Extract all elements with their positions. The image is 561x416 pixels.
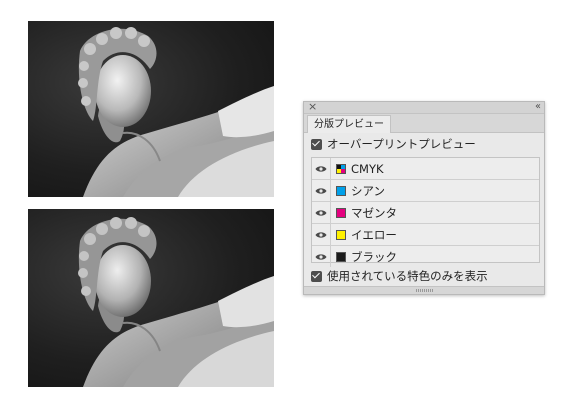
eye-icon[interactable]: [312, 180, 331, 201]
statue-photo-top: [28, 21, 274, 197]
plate-label: ブラック: [351, 249, 397, 264]
plate-list: CMYK シアン マゼンタ イエロー ブラック: [311, 157, 540, 267]
plate-label: マゼンタ: [351, 205, 397, 220]
tab-separations-preview[interactable]: 分版プレビュー: [307, 115, 391, 133]
eye-icon[interactable]: [312, 158, 331, 179]
eye-icon[interactable]: [312, 224, 331, 245]
spot-colors-only-row[interactable]: 使用されている特色のみを表示: [311, 268, 488, 284]
plate-row-cyan[interactable]: シアン: [312, 180, 539, 202]
overprint-preview-row[interactable]: オーバープリントプレビュー: [311, 136, 476, 152]
eye-icon[interactable]: [312, 246, 331, 267]
grip-lines: [416, 289, 434, 292]
statue-photo-bottom: [28, 209, 274, 387]
eye-icon[interactable]: [312, 202, 331, 223]
close-icon[interactable]: ×: [308, 100, 317, 114]
plate-label: イエロー: [351, 227, 397, 242]
statue-illustration: [78, 217, 274, 387]
double-chevron-left-icon[interactable]: ‹‹: [535, 100, 541, 114]
spot-colors-only-label: 使用されている特色のみを表示: [327, 269, 488, 283]
plate-label: シアン: [351, 183, 386, 198]
overprint-preview-checkbox[interactable]: [311, 138, 322, 150]
cmyk-swatch: [336, 163, 346, 174]
plate-row-cmyk[interactable]: CMYK: [312, 158, 539, 180]
spot-colors-only-checkbox[interactable]: [311, 270, 322, 282]
separations-preview-panel: × ‹‹ 分版プレビュー オーバープリントプレビュー CMYK シアン マゼンタ…: [303, 100, 545, 295]
plate-label: CMYK: [351, 161, 384, 176]
plate-row-yellow[interactable]: イエロー: [312, 224, 539, 246]
panel-tab-row: 分版プレビュー: [304, 114, 544, 133]
plate-row-magenta[interactable]: マゼンタ: [312, 202, 539, 224]
magenta-swatch: [336, 207, 346, 218]
overprint-preview-label: オーバープリントプレビュー: [327, 137, 476, 151]
resize-grip[interactable]: [304, 286, 544, 294]
statue-illustration: [78, 27, 274, 197]
cyan-swatch: [336, 185, 346, 196]
yellow-swatch: [336, 229, 346, 240]
plate-row-black[interactable]: ブラック: [312, 246, 539, 267]
black-swatch: [336, 251, 346, 262]
panel-title-bar[interactable]: × ‹‹: [304, 100, 544, 114]
